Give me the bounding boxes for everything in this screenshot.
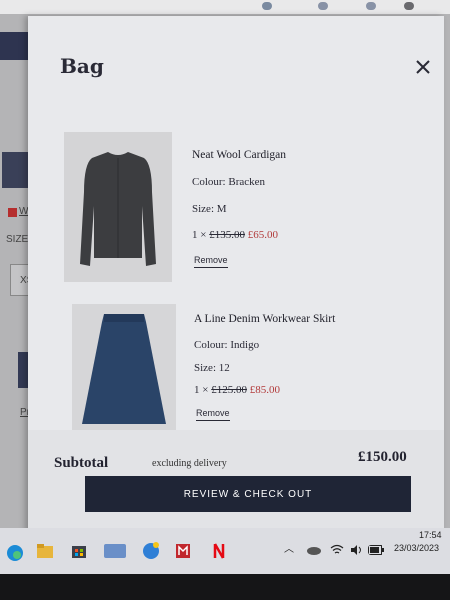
browser-tab-icon[interactable] <box>262 2 272 10</box>
volume-icon[interactable] <box>350 544 364 556</box>
help-icon[interactable] <box>142 542 160 560</box>
background-header-block <box>0 32 30 60</box>
chevron-up-icon[interactable]: ︿ <box>284 540 294 555</box>
background-brand-icon <box>8 208 17 217</box>
store-icon[interactable] <box>70 542 88 560</box>
skirt-image[interactable] <box>72 304 176 432</box>
background-button <box>2 152 30 188</box>
subtotal-value: £150.00 <box>358 449 407 465</box>
browser-tab-icon[interactable] <box>366 2 376 10</box>
close-icon[interactable] <box>414 58 432 76</box>
subtotal-note: excluding delivery <box>152 458 227 469</box>
item-sale-price: £85.00 <box>249 384 280 396</box>
profile-avatar-icon[interactable] <box>404 2 414 10</box>
item-size: Size: M <box>192 203 227 215</box>
app-icon[interactable] <box>104 542 126 560</box>
clock-time[interactable]: 17:54 <box>419 530 442 540</box>
browser-tab-icon[interactable] <box>318 2 328 10</box>
item-colour: Colour: Bracken <box>192 176 266 188</box>
taskbar: ︿ 17:54 23/03/2023 <box>0 528 450 574</box>
review-checkout-button[interactable]: REVIEW & CHECK OUT <box>85 476 411 512</box>
item-quantity: 1 × <box>192 229 207 241</box>
item-sale-price: £65.00 <box>247 229 278 241</box>
clock-date[interactable]: 23/03/2023 <box>394 543 439 553</box>
item-colour: Colour: Indigo <box>194 339 260 351</box>
battery-icon[interactable] <box>368 545 384 555</box>
edge-browser-icon[interactable] <box>6 544 24 562</box>
monitor-bezel <box>0 574 450 600</box>
browser-top-bar <box>0 0 450 14</box>
remove-button[interactable]: Remove <box>194 255 228 268</box>
item-name[interactable]: A Line Denim Workwear Skirt <box>194 313 335 325</box>
netflix-icon[interactable] <box>210 542 228 560</box>
item-name[interactable]: Neat Wool Cardigan <box>192 149 286 161</box>
subtotal-label: Subtotal <box>54 455 109 471</box>
item-size: Size: 12 <box>194 362 230 374</box>
item-price-row: 1 × £135.00 £65.00 <box>192 229 278 241</box>
item-original-price: £135.00 <box>209 229 245 241</box>
security-app-icon[interactable] <box>174 542 192 560</box>
drawer-title: Bag <box>60 54 104 78</box>
file-explorer-icon[interactable] <box>36 542 54 560</box>
item-original-price: £125.00 <box>211 384 247 396</box>
cardigan-image[interactable] <box>64 132 172 282</box>
item-quantity: 1 × <box>194 384 209 396</box>
item-price-row: 1 × £125.00 £85.00 <box>194 384 280 396</box>
cloud-icon[interactable] <box>306 544 322 556</box>
screen: Wh SIZE: XS Prod Bag Neat Wool Cardigan … <box>0 0 450 540</box>
remove-button[interactable]: Remove <box>196 408 230 421</box>
wifi-icon[interactable] <box>330 544 344 556</box>
